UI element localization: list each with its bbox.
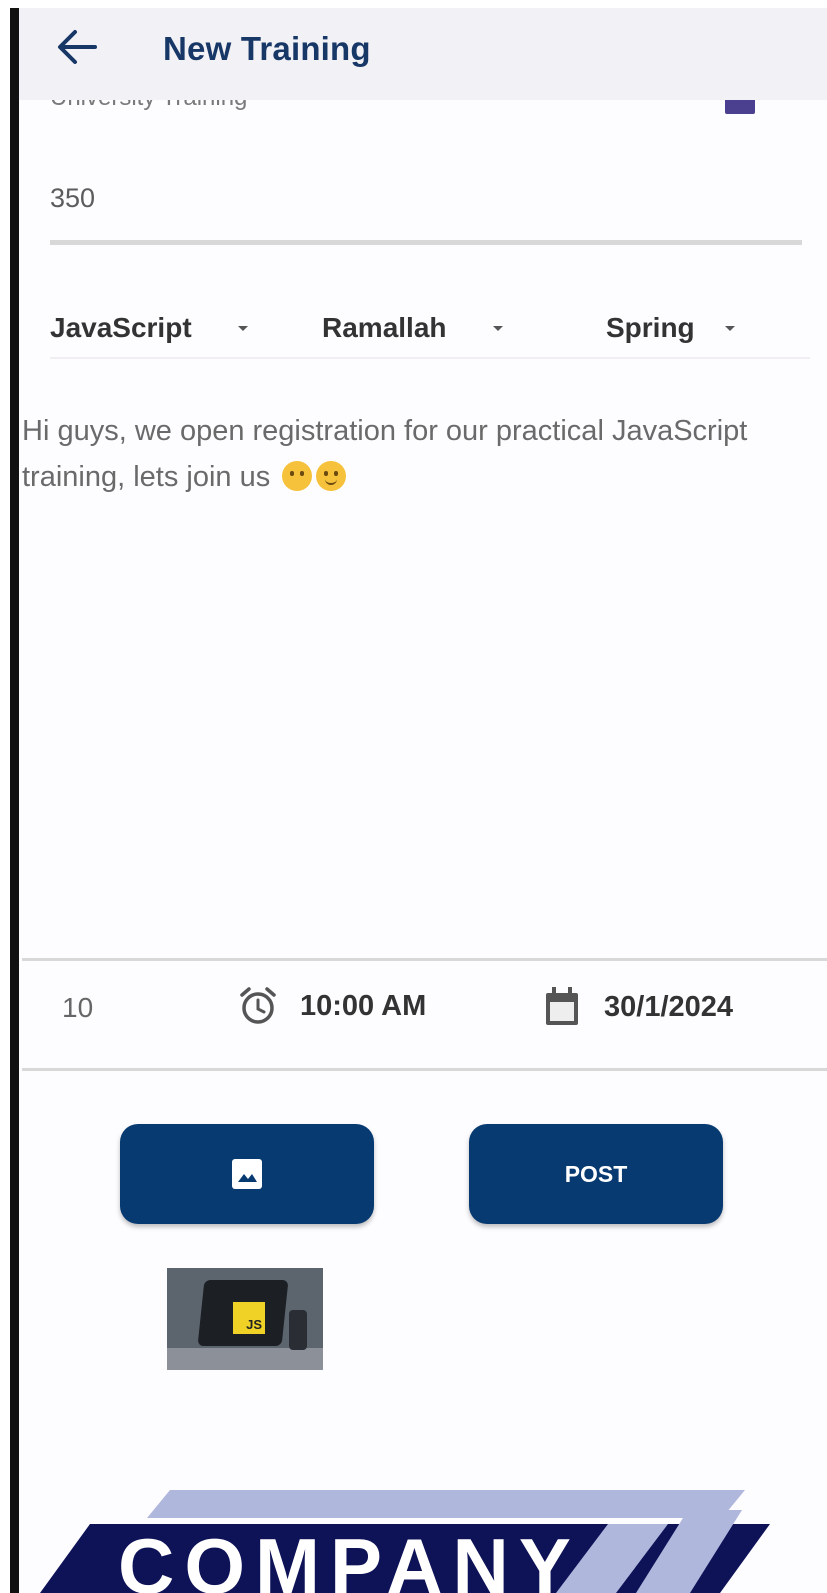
new-training-screen: University Training New Training JavaScr… (0, 0, 827, 1593)
arrow-left-icon (58, 30, 97, 64)
thumbnail-js-logo: JS (233, 1302, 265, 1334)
company-watermark-text: COMPANY (118, 1522, 581, 1593)
calendar-icon (546, 987, 578, 1025)
framework-dropdown[interactable]: Spring (606, 306, 735, 350)
thumbnail-cup (289, 1310, 307, 1350)
city-dropdown[interactable]: Ramallah (322, 306, 503, 350)
alarm-clock-icon (240, 987, 276, 1024)
chevron-down-icon (724, 325, 735, 331)
time-value: 10:00 AM (300, 989, 427, 1022)
date-picker[interactable]: 30/1/2024 (542, 985, 733, 1029)
thumbnail-desk (167, 1348, 323, 1370)
price-input-underline (50, 240, 802, 245)
details-row-bottom-border (22, 1068, 827, 1071)
date-value: 30/1/2024 (604, 990, 734, 1023)
company-watermark: COMPANY (0, 1480, 827, 1593)
chevron-down-icon (492, 325, 503, 331)
description-text: Hi guys, we open registration for our pr… (22, 415, 748, 493)
image-icon (232, 1159, 262, 1189)
chevron-down-icon (237, 325, 248, 331)
post-button[interactable]: POST (469, 1124, 723, 1224)
app-bar: New Training (19, 8, 827, 100)
price-input[interactable] (50, 178, 802, 218)
language-dropdown-value: JavaScript (50, 312, 192, 343)
company-watermark-graphic: COMPANY (40, 1490, 770, 1593)
status-strip (19, 0, 827, 8)
previous-field-icon (725, 98, 755, 114)
time-picker[interactable]: 10:00 AM (238, 985, 426, 1027)
add-image-button[interactable] (120, 1124, 374, 1224)
city-dropdown-value: Ramallah (322, 312, 447, 343)
details-row-top-border (22, 958, 827, 961)
framework-dropdown-value: Spring (606, 312, 695, 343)
dropdown-row-divider (50, 357, 810, 359)
page-title: New Training (163, 30, 371, 67)
smile-emoji-icon (316, 461, 347, 491)
window-edge-bar (10, 8, 19, 1593)
seats-input[interactable] (62, 992, 142, 1024)
left-margin (0, 0, 10, 1593)
language-dropdown[interactable]: JavaScript (50, 306, 248, 350)
grin-emoji-icon (282, 461, 313, 491)
back-button[interactable] (53, 26, 101, 68)
attachment-thumbnail[interactable]: JS (167, 1268, 323, 1370)
description-textarea[interactable]: Hi guys, we open registration for our pr… (22, 408, 782, 908)
